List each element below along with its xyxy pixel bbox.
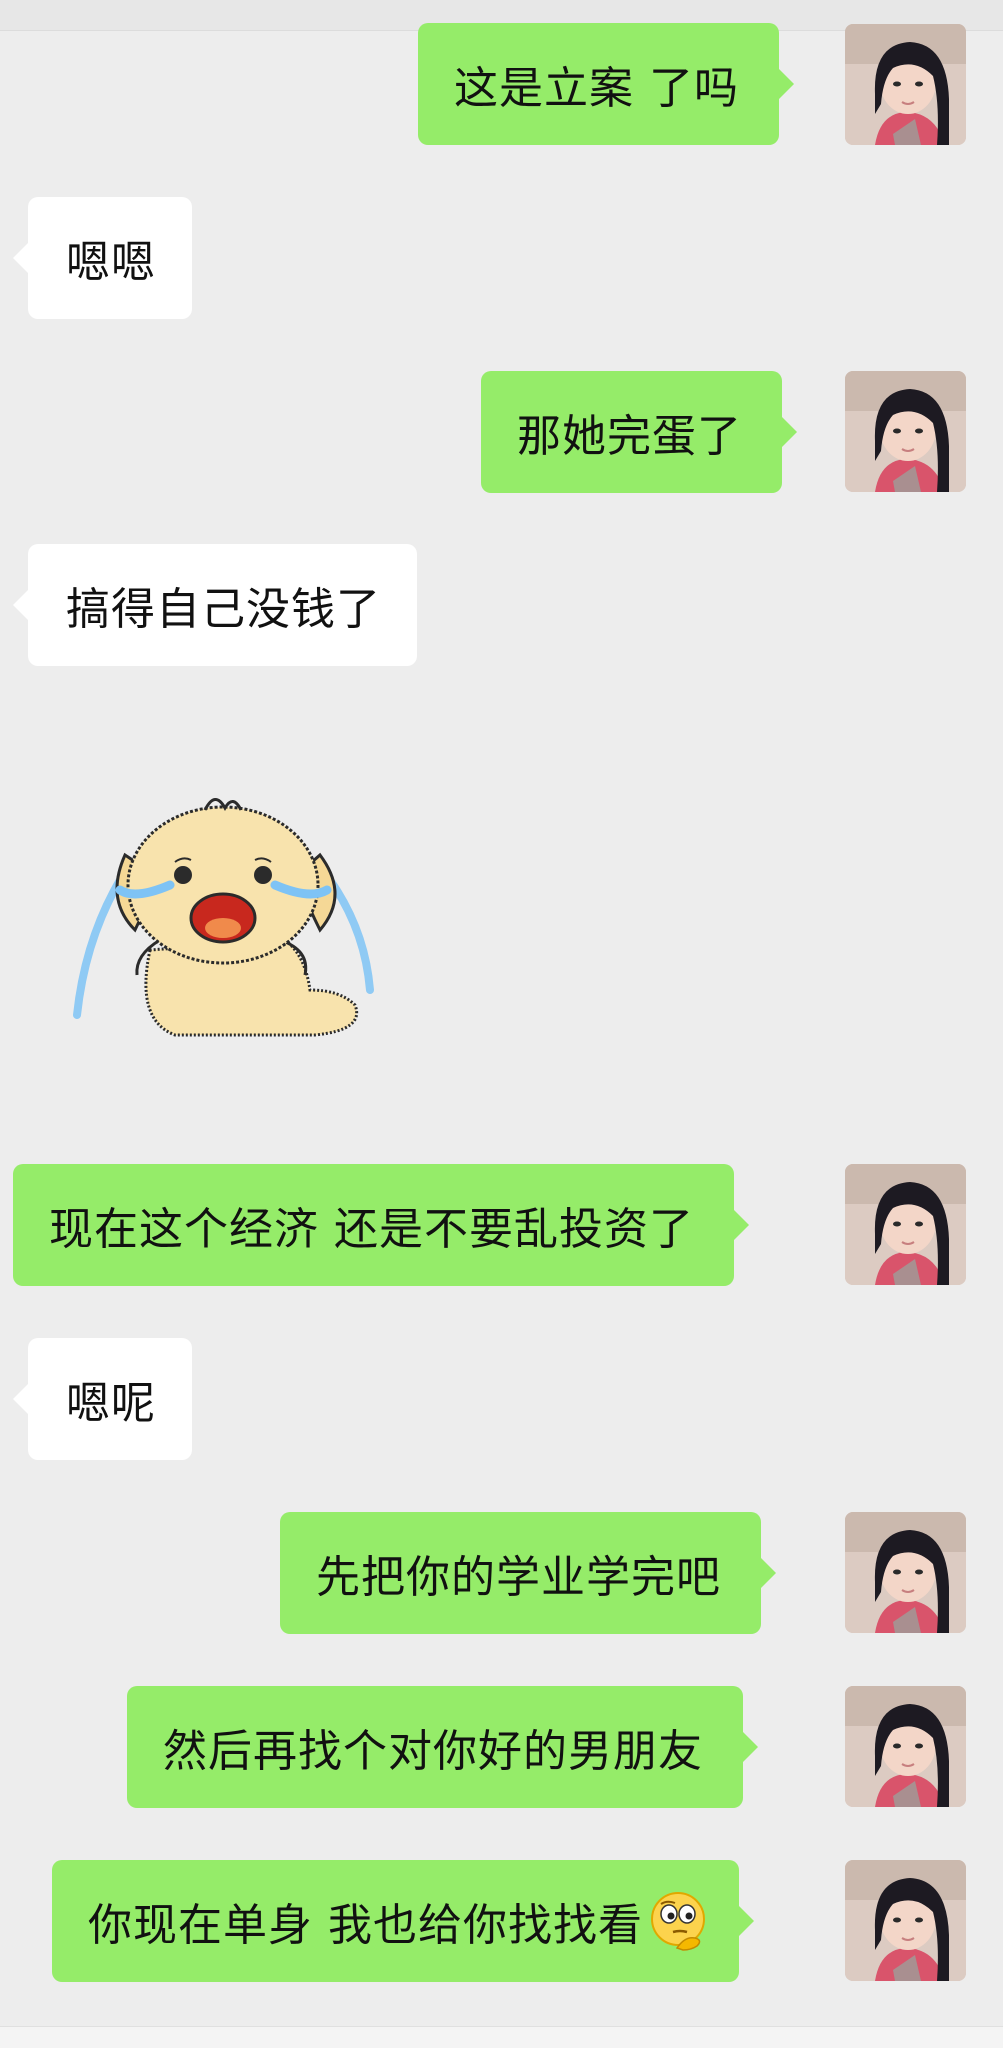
avatar[interactable] [845, 24, 966, 145]
bottom-bar [0, 2026, 1003, 2048]
outgoing-message-bubble[interactable]: 先把你的学业学完吧 [280, 1512, 776, 1634]
avatar[interactable] [845, 371, 966, 492]
crying-puppy-icon [73, 798, 374, 1037]
outgoing-message-bubble[interactable]: 那她完蛋了 [481, 371, 797, 493]
avatar-portrait-icon [845, 1686, 966, 1807]
avatar[interactable] [845, 1686, 966, 1807]
thinking-face-emoji-icon [651, 1892, 705, 1951]
message-text: 先把你的学业学完吧 [316, 1552, 721, 1603]
message-text: 嗯嗯 [66, 237, 156, 288]
avatar[interactable] [845, 1860, 966, 1981]
chat-window: 这是立案 了吗 嗯嗯 那她完蛋了 搞得自己没钱了 现在这个经济 还是不要乱投资了… [0, 0, 1003, 2048]
outgoing-message-bubble[interactable]: 这是立案 了吗 [418, 23, 794, 145]
message-text: 嗯呢 [66, 1378, 156, 1429]
avatar-portrait-icon [845, 24, 966, 145]
avatar-portrait-icon [845, 371, 966, 492]
avatar[interactable] [845, 1512, 966, 1633]
avatar[interactable] [845, 1164, 966, 1285]
incoming-message-bubble[interactable]: 嗯嗯 [13, 197, 192, 319]
outgoing-message-bubble[interactable]: 现在这个经济 还是不要乱投资了 [13, 1164, 749, 1286]
crying-puppy-sticker[interactable] [65, 780, 385, 1050]
message-text: 那她完蛋了 [517, 411, 742, 462]
message-text: 这是立案 了吗 [454, 63, 739, 114]
outgoing-message-bubble[interactable]: 然后再找个对你好的男朋友 [127, 1686, 758, 1808]
outgoing-message-bubble[interactable]: 你现在单身 我也给你找找看 [52, 1860, 754, 1982]
incoming-message-bubble[interactable]: 嗯呢 [13, 1338, 192, 1460]
avatar-portrait-icon [845, 1512, 966, 1633]
message-text: 搞得自己没钱了 [66, 584, 381, 635]
message-text: 然后再找个对你好的男朋友 [163, 1726, 703, 1777]
incoming-message-bubble[interactable]: 搞得自己没钱了 [13, 544, 417, 666]
avatar-portrait-icon [845, 1164, 966, 1285]
message-text: 现在这个经济 还是不要乱投资了 [49, 1204, 694, 1255]
avatar-portrait-icon [845, 1860, 966, 1981]
message-text: 你现在单身 我也给你找找看 [88, 1900, 643, 1951]
